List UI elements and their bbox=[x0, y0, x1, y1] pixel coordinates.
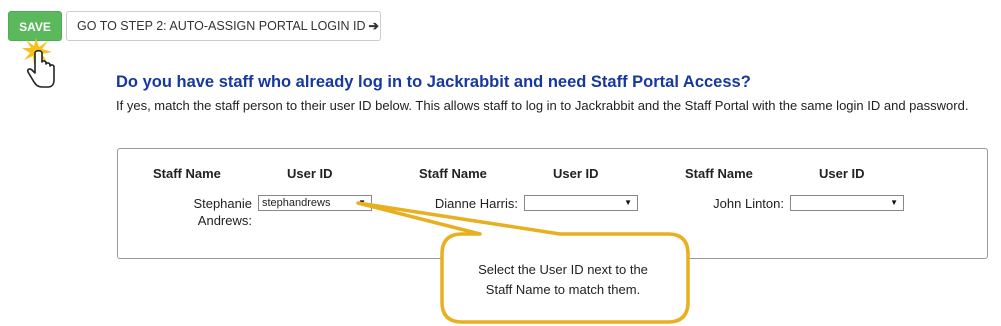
go-to-step-2-label: GO TO STEP 2: AUTO-ASSIGN PORTAL LOGIN I… bbox=[77, 19, 366, 33]
go-to-step-2-button[interactable]: GO TO STEP 2: AUTO-ASSIGN PORTAL LOGIN I… bbox=[66, 11, 381, 41]
save-button[interactable]: SAVE bbox=[8, 11, 62, 41]
header-user-id: User ID bbox=[553, 166, 599, 181]
arrow-right-icon: ➔ bbox=[368, 19, 379, 33]
callout-line: Select the User ID next to the bbox=[478, 262, 648, 277]
header-staff-name: Staff Name bbox=[419, 166, 487, 181]
callout-text: Select the User ID next to the Staff Nam… bbox=[443, 260, 683, 300]
hand-pointer-cursor-icon bbox=[22, 38, 58, 90]
header-user-id: User ID bbox=[287, 166, 333, 181]
staff-name-stephanie-andrews: Stephanie Andrews: bbox=[170, 195, 252, 229]
staff-name-line: Stephanie bbox=[193, 196, 252, 211]
callout-line: Staff Name to match them. bbox=[485, 282, 641, 297]
selected-user-id: stephandrews bbox=[262, 197, 331, 209]
dropdown-caret-icon: ▼ bbox=[890, 198, 898, 207]
staff-name-line: Andrews: bbox=[197, 213, 252, 228]
section-heading: Do you have staff who already log in to … bbox=[116, 73, 751, 91]
user-id-select-john-linton[interactable]: ▼ bbox=[790, 195, 904, 211]
header-staff-name: Staff Name bbox=[153, 166, 221, 181]
header-staff-name: Staff Name bbox=[685, 166, 753, 181]
section-description: If yes, match the staff person to their … bbox=[116, 98, 969, 113]
header-user-id: User ID bbox=[819, 166, 865, 181]
